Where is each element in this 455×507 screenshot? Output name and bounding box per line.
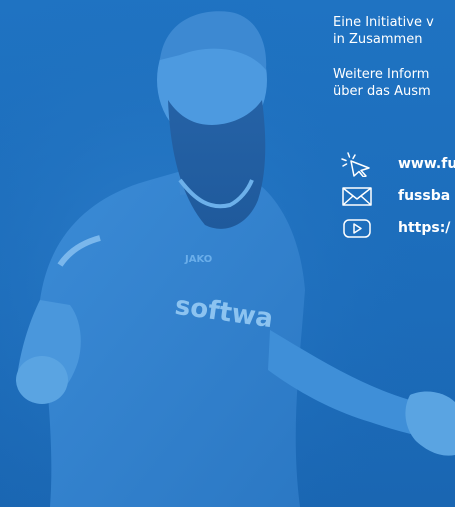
info-line-2: über das Ausm — [333, 84, 431, 99]
left-fist-shape — [16, 356, 68, 404]
link-website[interactable]: www.fu — [340, 148, 455, 180]
envelope-icon — [340, 183, 374, 209]
info-text-block: Eine Initiative v in Zusammen Weitere In… — [333, 14, 455, 100]
intro-line-1: Eine Initiative v — [333, 15, 434, 30]
intro-line-2: in Zusammen — [333, 32, 423, 47]
email-link-text[interactable]: fussba — [398, 188, 450, 204]
contact-links: www.fu fussba https:/ — [340, 148, 455, 244]
website-link-text[interactable]: www.fu — [398, 156, 455, 172]
kit-brand-text: JAKO — [184, 254, 212, 265]
play-button-icon — [340, 215, 374, 241]
flyer-panel: JAKO softwa Eine Initiative v in Zusamme… — [0, 0, 455, 507]
info-line-1: Weitere Inform — [333, 67, 430, 82]
video-link-text[interactable]: https:/ — [398, 220, 450, 236]
link-video[interactable]: https:/ — [340, 212, 455, 244]
cursor-click-icon — [340, 151, 374, 177]
link-email[interactable]: fussba — [340, 180, 455, 212]
